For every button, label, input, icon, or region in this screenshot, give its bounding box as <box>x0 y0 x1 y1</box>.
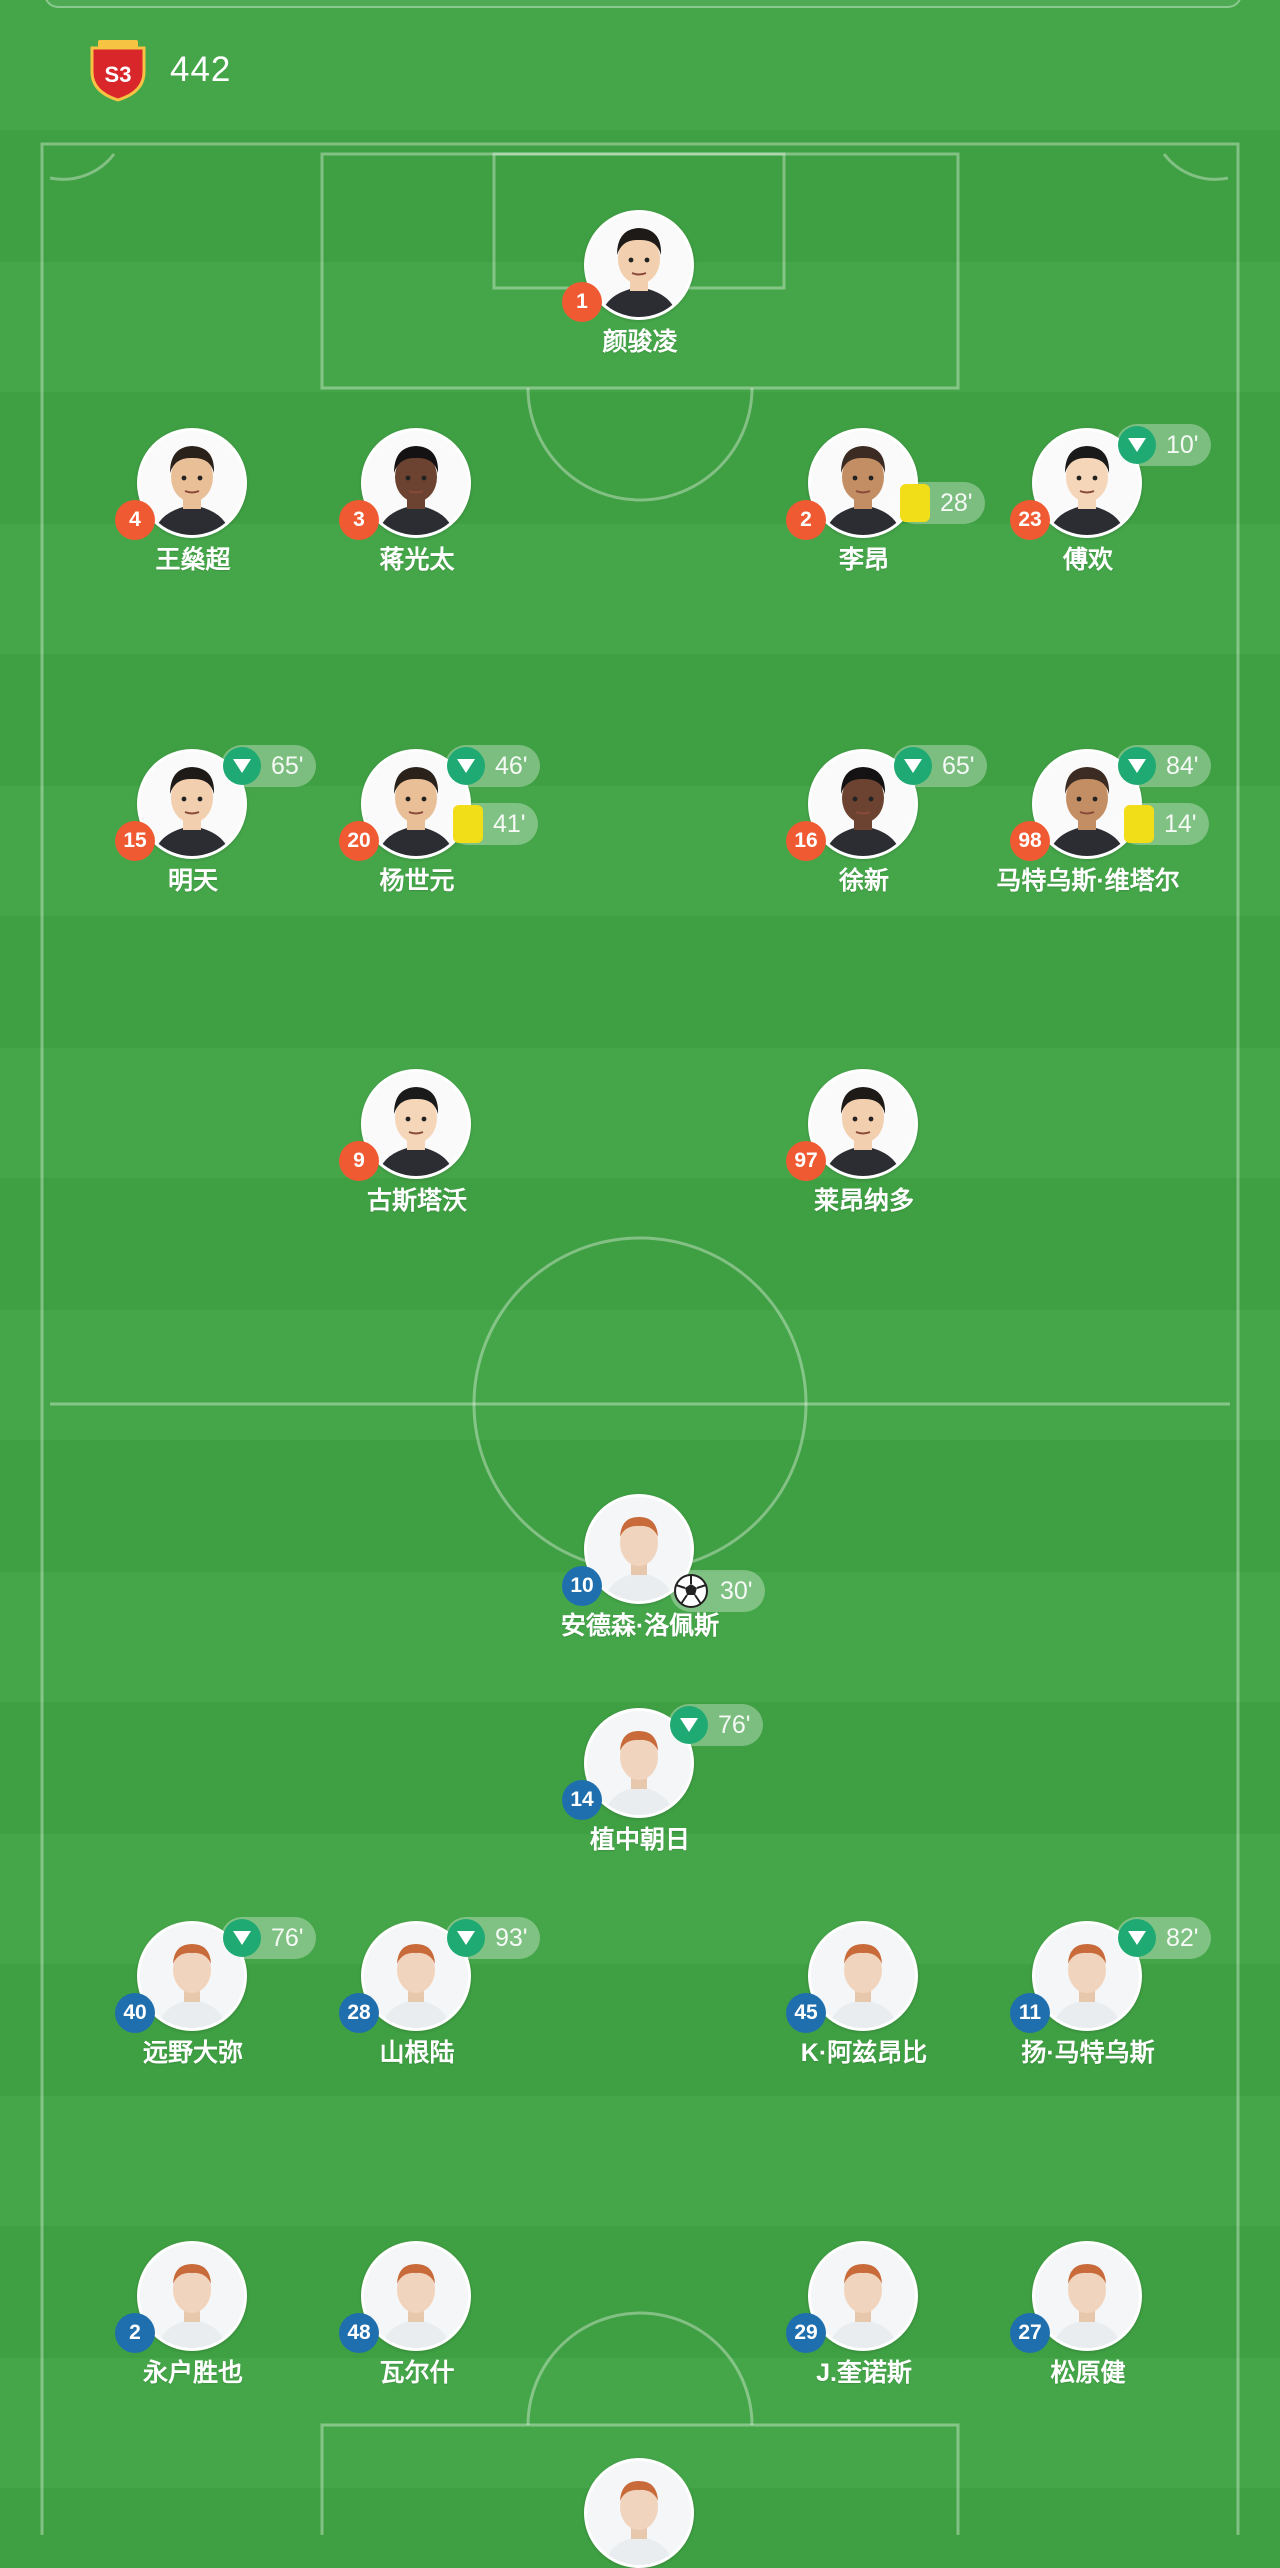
event-minute: 93' <box>495 1923 528 1952</box>
shirt-number-badge: 15 <box>115 821 155 861</box>
player-name: 安德森·洛佩斯 <box>560 1612 720 1640</box>
player-name: 颜骏凌 <box>602 328 678 356</box>
substitution-off-icon <box>447 1919 485 1957</box>
substitution-off-icon <box>447 747 485 785</box>
event-minute: 46' <box>495 751 528 780</box>
yellow-card-badge: 14' <box>1118 803 1209 845</box>
yellow-card-badge: 41' <box>447 803 538 845</box>
yellow-card-icon <box>1124 805 1154 843</box>
player-name: 瓦尔什 <box>379 2359 455 2387</box>
corner-arc-top-left <box>49 153 116 181</box>
shirt-number-badge: 2 <box>786 500 826 540</box>
substitution-off-icon <box>894 747 932 785</box>
substitution-badge: 10' <box>1116 424 1211 466</box>
event-minute: 30' <box>720 1576 753 1605</box>
player-name: 马特乌斯·维塔尔 <box>996 867 1180 895</box>
shirt-number-badge: 48 <box>339 2313 379 2353</box>
player-name: 傅欢 <box>1062 546 1113 574</box>
event-minute: 41' <box>493 809 526 838</box>
yellow-card-badge: 28' <box>894 482 985 524</box>
shirt-number-badge: 1 <box>562 282 602 322</box>
shirt-number-badge: 40 <box>115 1993 155 2033</box>
player-name: 古斯塔沃 <box>366 1187 467 1215</box>
goal-ball-icon <box>672 1572 710 1610</box>
shirt-number-badge: 20 <box>339 821 379 861</box>
goal-badge: 30' <box>670 1570 765 1612</box>
substitution-off-icon <box>1118 1919 1156 1957</box>
shirt-number-badge: 97 <box>786 1141 826 1181</box>
svg-text:S3: S3 <box>105 62 132 87</box>
substitution-off-icon <box>223 747 261 785</box>
shirt-number-badge: 23 <box>1010 500 1050 540</box>
shirt-number-badge: 27 <box>1010 2313 1050 2353</box>
shirt-number-badge: 29 <box>786 2313 826 2353</box>
player-name: 扬·马特乌斯 <box>1021 2039 1155 2067</box>
substitution-badge: 93' <box>445 1917 540 1959</box>
event-minute: 10' <box>1166 430 1199 459</box>
player-name: 松原健 <box>1050 2359 1126 2387</box>
club-crest-icon: S3 <box>88 38 148 102</box>
event-minute: 82' <box>1166 1923 1199 1952</box>
pitch-markings <box>40 142 1240 2535</box>
event-minute: 28' <box>940 488 973 517</box>
player-name: 莱昂纳多 <box>813 1187 914 1215</box>
shirt-number-badge: 11 <box>1010 1993 1050 2033</box>
shirt-number-badge: 45 <box>786 1993 826 2033</box>
corner-arc-top-right <box>1162 153 1229 181</box>
player-name: 蒋光太 <box>379 546 455 574</box>
yellow-card-icon <box>453 805 483 843</box>
shirt-number-badge: 28 <box>339 1993 379 2033</box>
substitution-off-icon <box>223 1919 261 1957</box>
substitution-off-icon <box>1118 426 1156 464</box>
top-penalty-arc <box>526 387 754 502</box>
formation-label: 442 <box>170 50 232 89</box>
team-header: S3 442 <box>0 28 1280 108</box>
substitution-badge: 46' <box>445 745 540 787</box>
substitution-badge: 65' <box>221 745 316 787</box>
player-avatar[interactable] <box>584 2458 694 2568</box>
player-name: 植中朝日 <box>589 1826 690 1854</box>
shirt-number-badge: 2 <box>115 2313 155 2353</box>
event-minute: 84' <box>1166 751 1199 780</box>
substitution-off-icon <box>670 1706 708 1744</box>
player-name: 山根陆 <box>379 2039 455 2067</box>
substitution-badge: 76' <box>668 1704 763 1746</box>
shirt-number-badge: 14 <box>562 1780 602 1820</box>
shirt-number-badge: 9 <box>339 1141 379 1181</box>
substitution-badge: 82' <box>1116 1917 1211 1959</box>
shirt-number-badge: 98 <box>1010 821 1050 861</box>
event-minute: 65' <box>942 751 975 780</box>
substitution-badge: 65' <box>892 745 987 787</box>
event-minute: 76' <box>271 1923 304 1952</box>
yellow-card-icon <box>900 484 930 522</box>
shirt-number-badge: 4 <box>115 500 155 540</box>
shirt-number-badge: 3 <box>339 500 379 540</box>
event-minute: 14' <box>1164 809 1197 838</box>
shirt-number-badge: 16 <box>786 821 826 861</box>
substitution-off-icon <box>1118 747 1156 785</box>
substitution-badge: 84' <box>1116 745 1211 787</box>
shirt-number-badge: 10 <box>562 1566 602 1606</box>
event-minute: 65' <box>271 751 304 780</box>
substitution-badge: 76' <box>221 1917 316 1959</box>
player-name: 杨世元 <box>379 867 455 895</box>
event-minute: 76' <box>718 1710 751 1739</box>
